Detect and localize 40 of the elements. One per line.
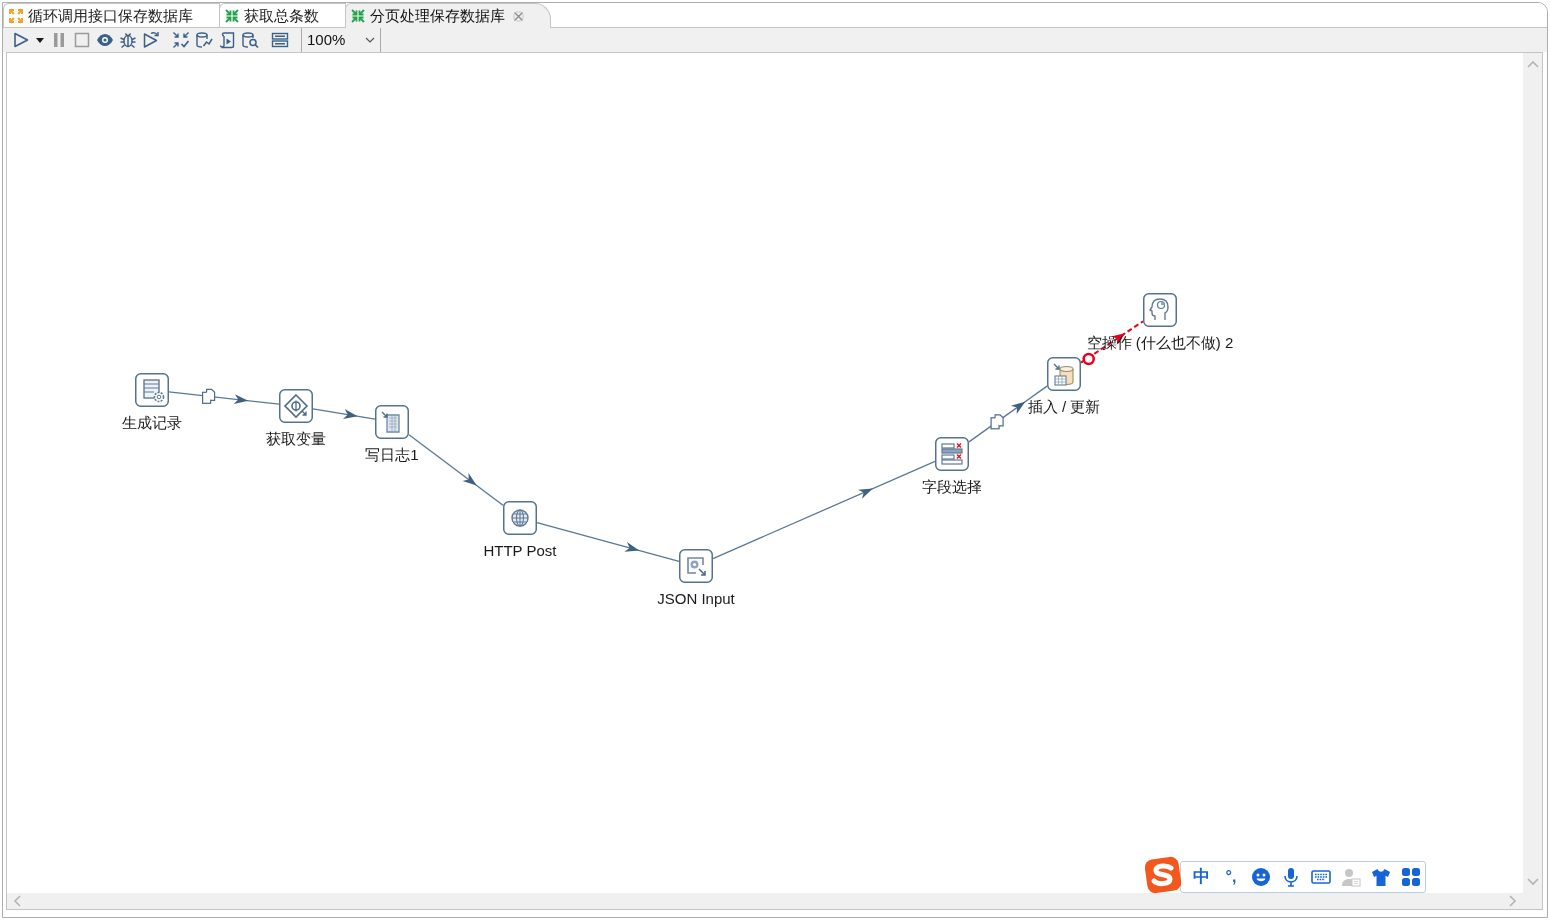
database-search-icon[interactable]	[241, 31, 259, 49]
database-chart-icon[interactable]	[195, 31, 213, 49]
table-gear-icon[interactable]	[135, 373, 169, 407]
replay-icon[interactable]	[142, 31, 160, 49]
panels-icon[interactable]	[271, 31, 289, 49]
tab[interactable]: 循环调用接口保存数据库	[3, 3, 220, 27]
logo-icon[interactable]	[1143, 855, 1183, 895]
head-icon[interactable]	[1143, 293, 1177, 327]
field-list-icon[interactable]	[935, 437, 969, 471]
step-label: 获取变量	[266, 431, 326, 447]
step-label: 写日志1	[365, 447, 419, 463]
language-toggle[interactable]: 中	[1191, 867, 1211, 887]
step-label: 插入 / 更新	[1027, 399, 1101, 415]
check-arrows-icon[interactable]	[172, 31, 190, 49]
arrows-inward-icon	[351, 9, 365, 23]
tab[interactable]: 获取总条数	[219, 3, 346, 27]
grid-icon[interactable]	[1401, 867, 1421, 887]
database-icon[interactable]	[1047, 357, 1081, 391]
close-icon[interactable]	[513, 10, 524, 22]
chevron-down-icon[interactable]	[365, 37, 375, 43]
play-icon[interactable]	[12, 31, 30, 49]
t-shirt-icon[interactable]	[1371, 867, 1391, 887]
bug-icon[interactable]	[119, 31, 137, 49]
eye-icon[interactable]	[96, 31, 114, 49]
punctuation-toggle[interactable]: °,	[1221, 867, 1241, 887]
tab[interactable]: 分页处理保存数据库	[345, 3, 551, 28]
arrows-outward-icon	[9, 8, 23, 23]
arrows-inward-icon	[225, 8, 239, 23]
keyboard-icon[interactable]	[1311, 867, 1331, 887]
document-icon[interactable]	[375, 405, 409, 439]
zoom-dropdown[interactable]: 100%	[301, 28, 381, 52]
globe-icon[interactable]	[503, 501, 537, 535]
step-label: 字段选择	[922, 479, 982, 495]
step-label: JSON Input	[657, 591, 735, 607]
microphone-icon[interactable]	[1281, 867, 1301, 887]
script-icon[interactable]	[218, 31, 236, 49]
ring-icon	[1082, 352, 1095, 366]
step-label: HTTP Post	[483, 543, 557, 559]
smiley-icon[interactable]	[1251, 867, 1271, 887]
step-label: 生成记录	[122, 415, 182, 431]
